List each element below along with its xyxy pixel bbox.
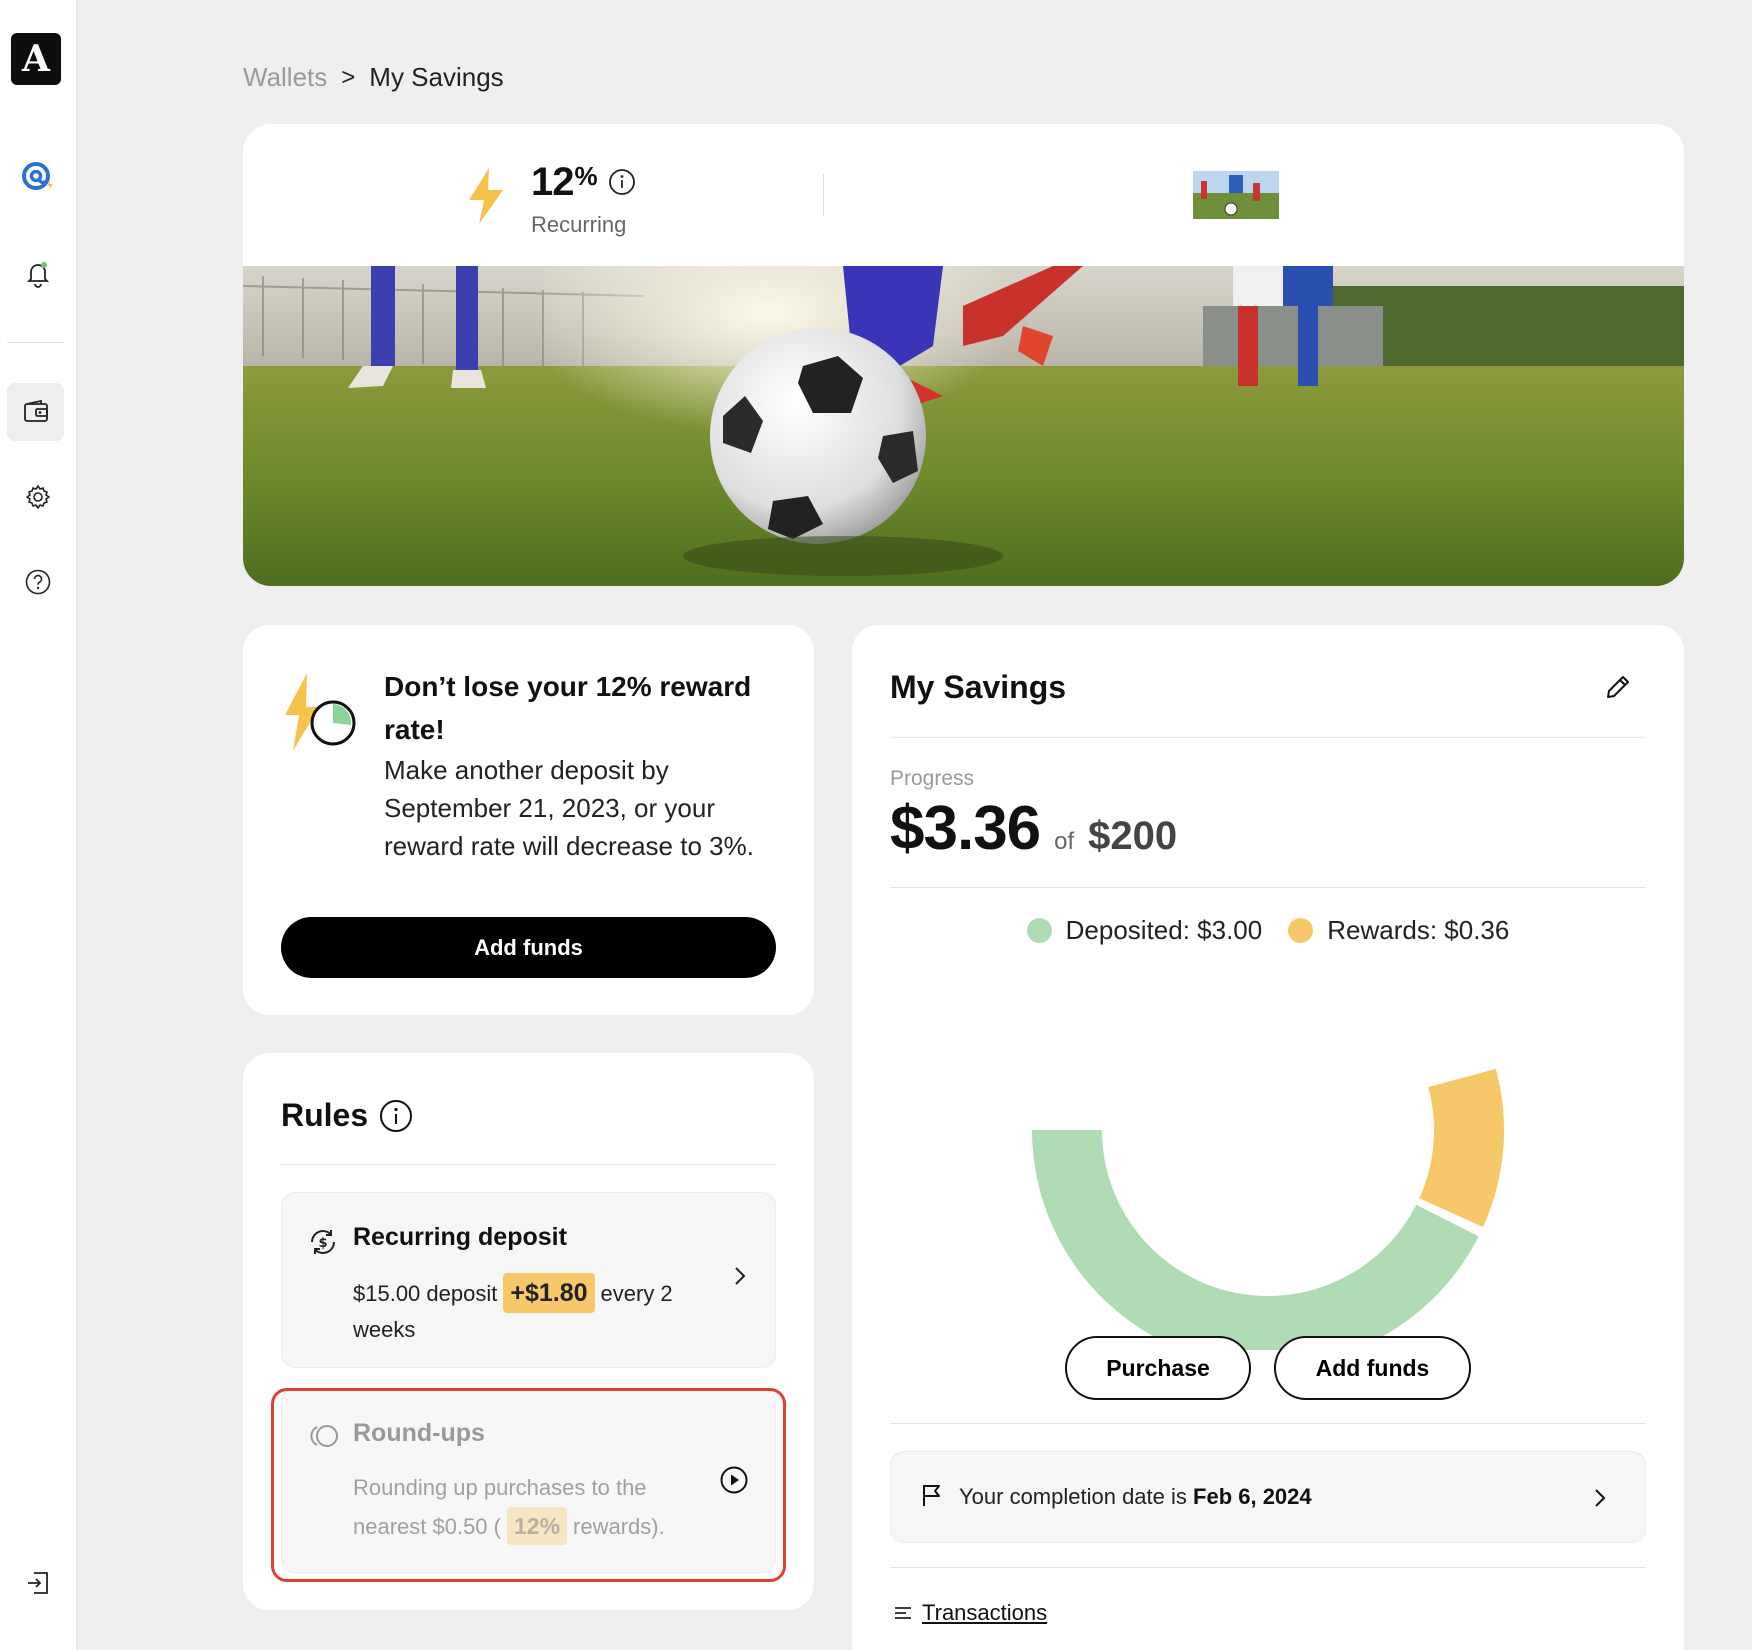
legend-deposited: Deposited: $3.00 bbox=[1026, 915, 1263, 946]
reward-chip: 12% bbox=[506, 1507, 568, 1545]
divider bbox=[890, 1567, 1646, 1568]
info-icon[interactable] bbox=[608, 168, 636, 201]
rules-title: Rules bbox=[281, 1097, 369, 1133]
divider bbox=[890, 887, 1646, 888]
info-icon[interactable] bbox=[379, 1099, 413, 1138]
transactions-label: Transactions bbox=[922, 1600, 1048, 1625]
current-balance: $3.36 bbox=[890, 794, 1041, 863]
reward-rate-label: Recurring bbox=[531, 212, 627, 237]
wallet-icon[interactable] bbox=[7, 383, 64, 441]
transactions-link[interactable]: Transactions bbox=[894, 1600, 1047, 1626]
hero-header: 12% Recurring bbox=[243, 124, 1684, 266]
completion-date-row[interactable]: Your completion date is Feb 6, 2024 bbox=[890, 1451, 1646, 1543]
chart-legend: Deposited: $3.00 Rewards: $0.36 bbox=[852, 915, 1684, 946]
chevron-right-icon bbox=[733, 1265, 747, 1292]
help-icon[interactable] bbox=[13, 557, 63, 607]
app-logo[interactable]: A bbox=[11, 33, 61, 85]
reward-rate-value: 12% bbox=[531, 160, 598, 204]
add-funds-button[interactable]: Add funds bbox=[1274, 1336, 1471, 1400]
breadcrumb-wallets[interactable]: Wallets bbox=[243, 62, 327, 93]
warning-body: Make another deposit by September 21, 20… bbox=[384, 755, 754, 861]
rule-name: Round-ups bbox=[353, 1419, 485, 1447]
logout-icon[interactable] bbox=[13, 1558, 63, 1608]
deposited-arc bbox=[1032, 1130, 1479, 1350]
savings-title: My Savings bbox=[890, 669, 1067, 705]
sidebar: A bbox=[0, 0, 77, 1650]
cover-thumbnail[interactable] bbox=[1193, 171, 1279, 219]
rules-card: Rules $ Recurring deposit $15.00 deposit… bbox=[243, 1053, 814, 1610]
of-label: of bbox=[1054, 828, 1075, 855]
rewards-dot bbox=[1288, 918, 1314, 943]
list-icon bbox=[895, 1607, 911, 1619]
warning-title: Don’t lose your 12% reward rate! bbox=[384, 671, 752, 745]
reward-warning-card: Don’t lose your 12% reward rate! Make an… bbox=[243, 625, 814, 1015]
soccer-photo bbox=[243, 266, 1684, 586]
chevron-right-icon bbox=[1593, 1487, 1607, 1514]
pencil-icon[interactable] bbox=[1604, 673, 1632, 706]
flag-icon bbox=[921, 1483, 943, 1512]
rule-recurring-deposit[interactable]: $ Recurring deposit $15.00 deposit +$1.80… bbox=[281, 1192, 776, 1368]
legend-rewards-label: Rewards: $0.36 bbox=[1327, 915, 1510, 945]
gear-icon[interactable] bbox=[13, 472, 63, 522]
hero-divider bbox=[823, 174, 824, 216]
reward-chip: +$1.80 bbox=[503, 1273, 595, 1313]
rewards-arc bbox=[1419, 1068, 1504, 1228]
wallet-hero-card: 12% Recurring bbox=[243, 124, 1684, 586]
brand-at-icon[interactable] bbox=[13, 152, 63, 202]
add-funds-button[interactable]: Add funds bbox=[281, 917, 776, 978]
deposited-dot bbox=[1026, 918, 1052, 943]
completion-date: Feb 6, 2024 bbox=[1193, 1484, 1312, 1509]
recurring-dollar-icon: $ bbox=[308, 1227, 338, 1262]
completion-text: Your completion date is Feb 6, 2024 bbox=[959, 1484, 1312, 1509]
goal-amount: $200 bbox=[1088, 814, 1178, 858]
bell-icon[interactable] bbox=[13, 249, 63, 299]
progress-amount: $3.36 of $200 bbox=[890, 793, 1177, 864]
rule-description: $15.00 deposit +$1.80 every 2 weeks bbox=[353, 1273, 693, 1347]
bolt-clock-icon bbox=[279, 673, 357, 756]
breadcrumb-current: My Savings bbox=[369, 62, 504, 92]
svg-text:$: $ bbox=[318, 1236, 327, 1251]
purchase-button[interactable]: Purchase bbox=[1065, 1336, 1251, 1400]
savings-card: My Savings Progress $3.36 of $200 Deposi… bbox=[852, 625, 1684, 1650]
savings-progress-donut bbox=[1032, 1068, 1504, 1350]
progress-label: Progress bbox=[890, 767, 975, 790]
play-circle-icon[interactable] bbox=[719, 1465, 749, 1500]
breadcrumb: Wallets > My Savings bbox=[243, 62, 504, 93]
rule-name: Recurring deposit bbox=[353, 1223, 567, 1251]
sidebar-divider bbox=[7, 342, 64, 343]
rules-divider bbox=[281, 1164, 776, 1165]
rule-round-ups[interactable]: Round-ups Rounding up purchases to the n… bbox=[281, 1388, 776, 1573]
round-ups-icon bbox=[308, 1423, 340, 1454]
legend-rewards: Rewards: $0.36 bbox=[1288, 915, 1509, 946]
bolt-icon bbox=[465, 168, 507, 229]
divider bbox=[890, 737, 1646, 738]
divider bbox=[890, 1423, 1646, 1424]
breadcrumb-separator: > bbox=[341, 63, 356, 91]
rule-description: Rounding up purchases to the nearest $0.… bbox=[353, 1469, 693, 1546]
legend-deposited-label: Deposited: $3.00 bbox=[1065, 915, 1263, 945]
